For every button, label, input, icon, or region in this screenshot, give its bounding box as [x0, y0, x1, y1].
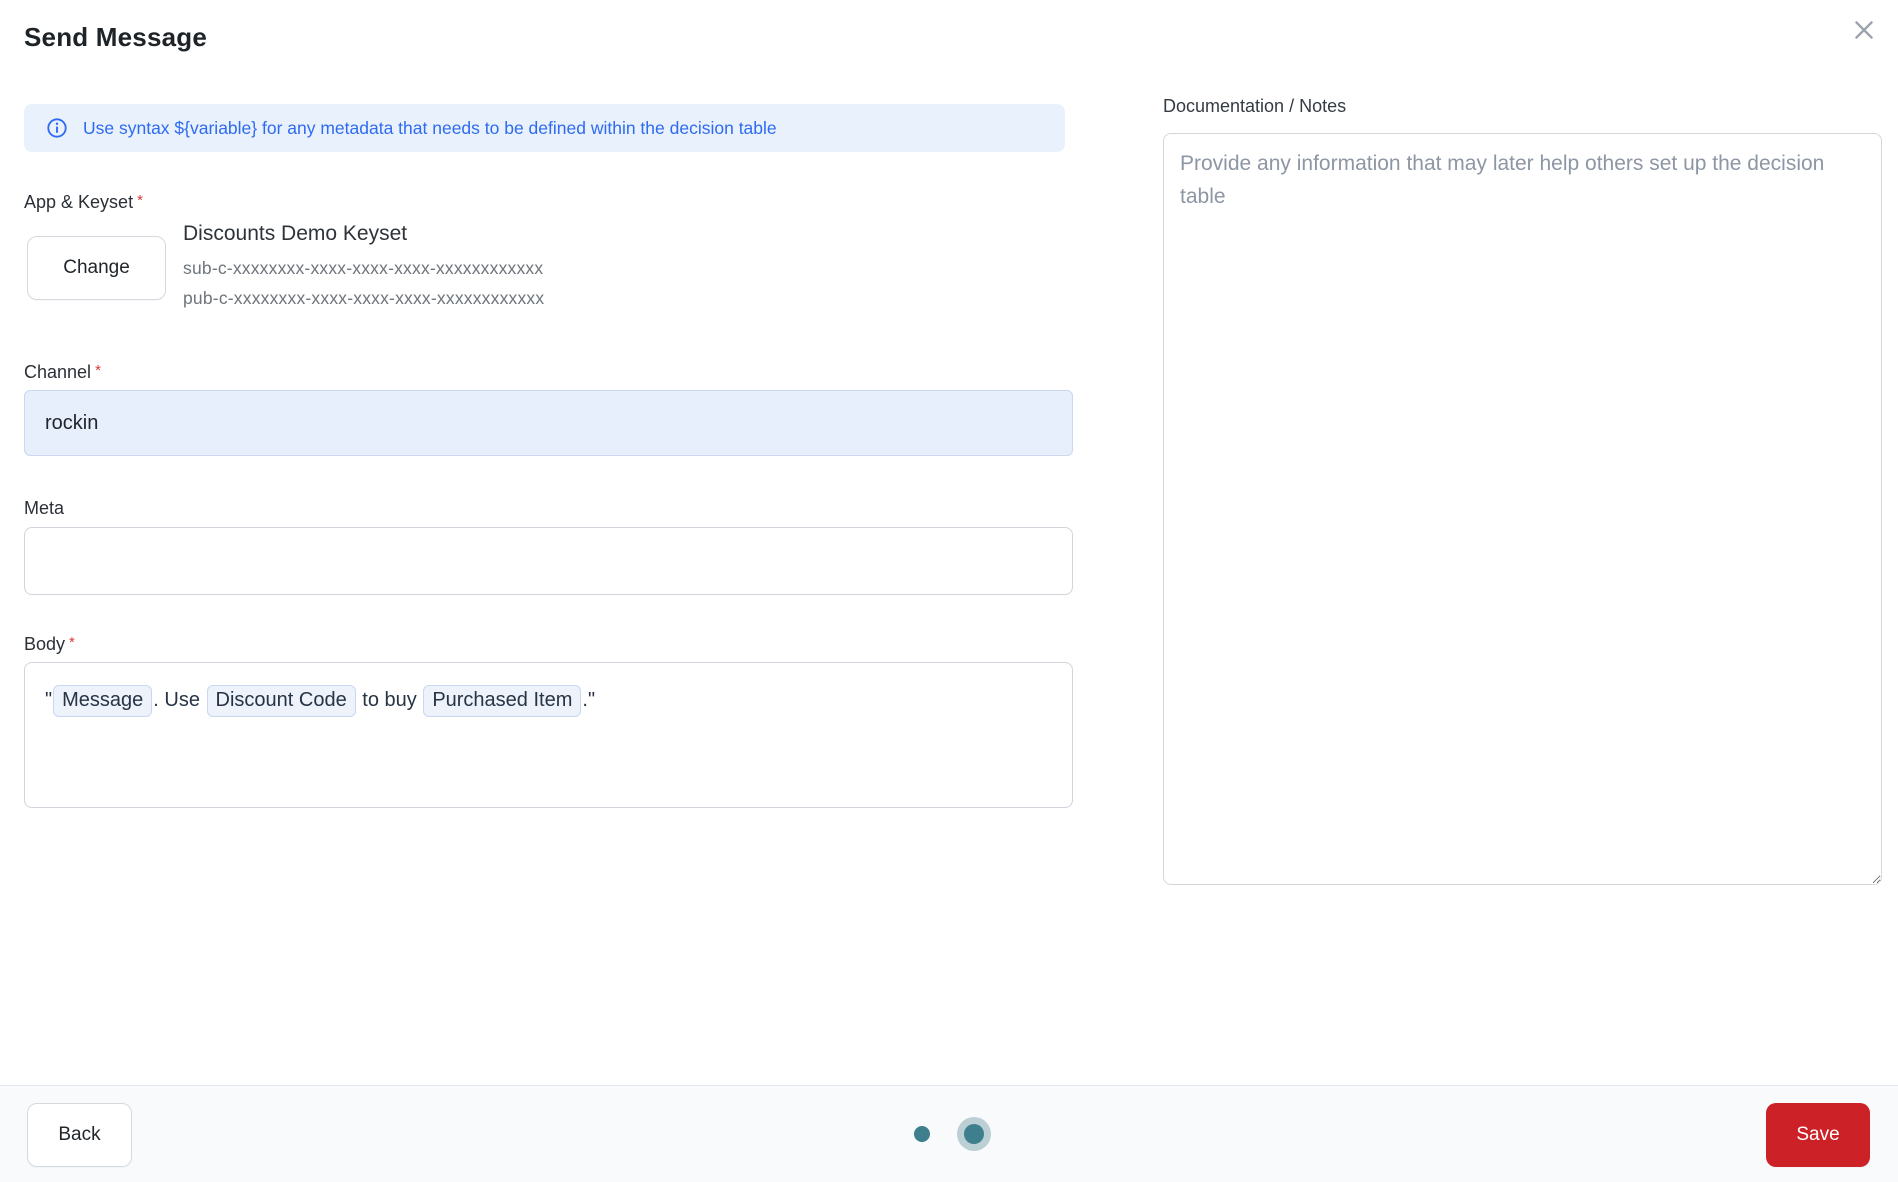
keyset-name: Discounts Demo Keyset — [183, 222, 408, 245]
channel-input[interactable] — [24, 390, 1073, 456]
required-asterisk: * — [69, 634, 75, 651]
subscribe-key: sub-c-xxxxxxxx-xxxx-xxxx-xxxx-xxxxxxxxxx… — [183, 258, 544, 278]
meta-label-text: Meta — [24, 498, 65, 518]
notes-label: Documentation / Notes — [1163, 96, 1347, 116]
channel-label: Channel * — [24, 362, 101, 383]
info-banner-text: Use syntax ${variable} for any metadata … — [83, 117, 777, 138]
meta-label: Meta — [24, 498, 64, 519]
body-text-segment: to buy — [356, 689, 423, 711]
info-banner: Use syntax ${variable} for any metadata … — [24, 104, 1065, 152]
body-variable-chip[interactable]: Message — [53, 685, 153, 717]
body-variable-chip[interactable]: Discount Code — [206, 685, 356, 717]
footer-bar — [0, 1085, 1898, 1182]
app-keyset-label-text: App & Keyset — [24, 192, 134, 212]
body-text-segment: " — [45, 689, 53, 711]
app-keyset-label: App & Keyset * — [24, 192, 143, 213]
body-variable-chip[interactable]: Purchased Item — [423, 685, 582, 717]
send-message-dialog: Send Message Use syntax ${variable} for … — [0, 0, 1898, 1182]
save-button[interactable]: Save — [1766, 1103, 1870, 1167]
body-label-text: Body — [24, 634, 66, 654]
change-keyset-button[interactable]: Change — [27, 236, 166, 300]
close-icon[interactable] — [1846, 12, 1882, 48]
publish-key: pub-c-xxxxxxxx-xxxx-xxxx-xxxx-xxxxxxxxxx… — [183, 288, 545, 308]
required-asterisk: * — [95, 362, 101, 379]
back-button[interactable]: Back — [27, 1103, 132, 1167]
notes-textarea[interactable] — [1163, 133, 1882, 885]
info-icon — [47, 118, 67, 138]
body-text-segment: ." — [582, 689, 596, 711]
body-label: Body * — [24, 634, 75, 655]
required-asterisk: * — [137, 192, 143, 209]
body-editor[interactable]: " Message. Use Discount Code to buy Purch… — [24, 662, 1073, 808]
close-x-glyph — [1855, 21, 1873, 39]
channel-label-text: Channel — [24, 362, 92, 382]
dialog-title: Send Message — [24, 22, 208, 52]
meta-input[interactable] — [24, 527, 1073, 595]
body-text-segment: . Use — [153, 689, 206, 711]
